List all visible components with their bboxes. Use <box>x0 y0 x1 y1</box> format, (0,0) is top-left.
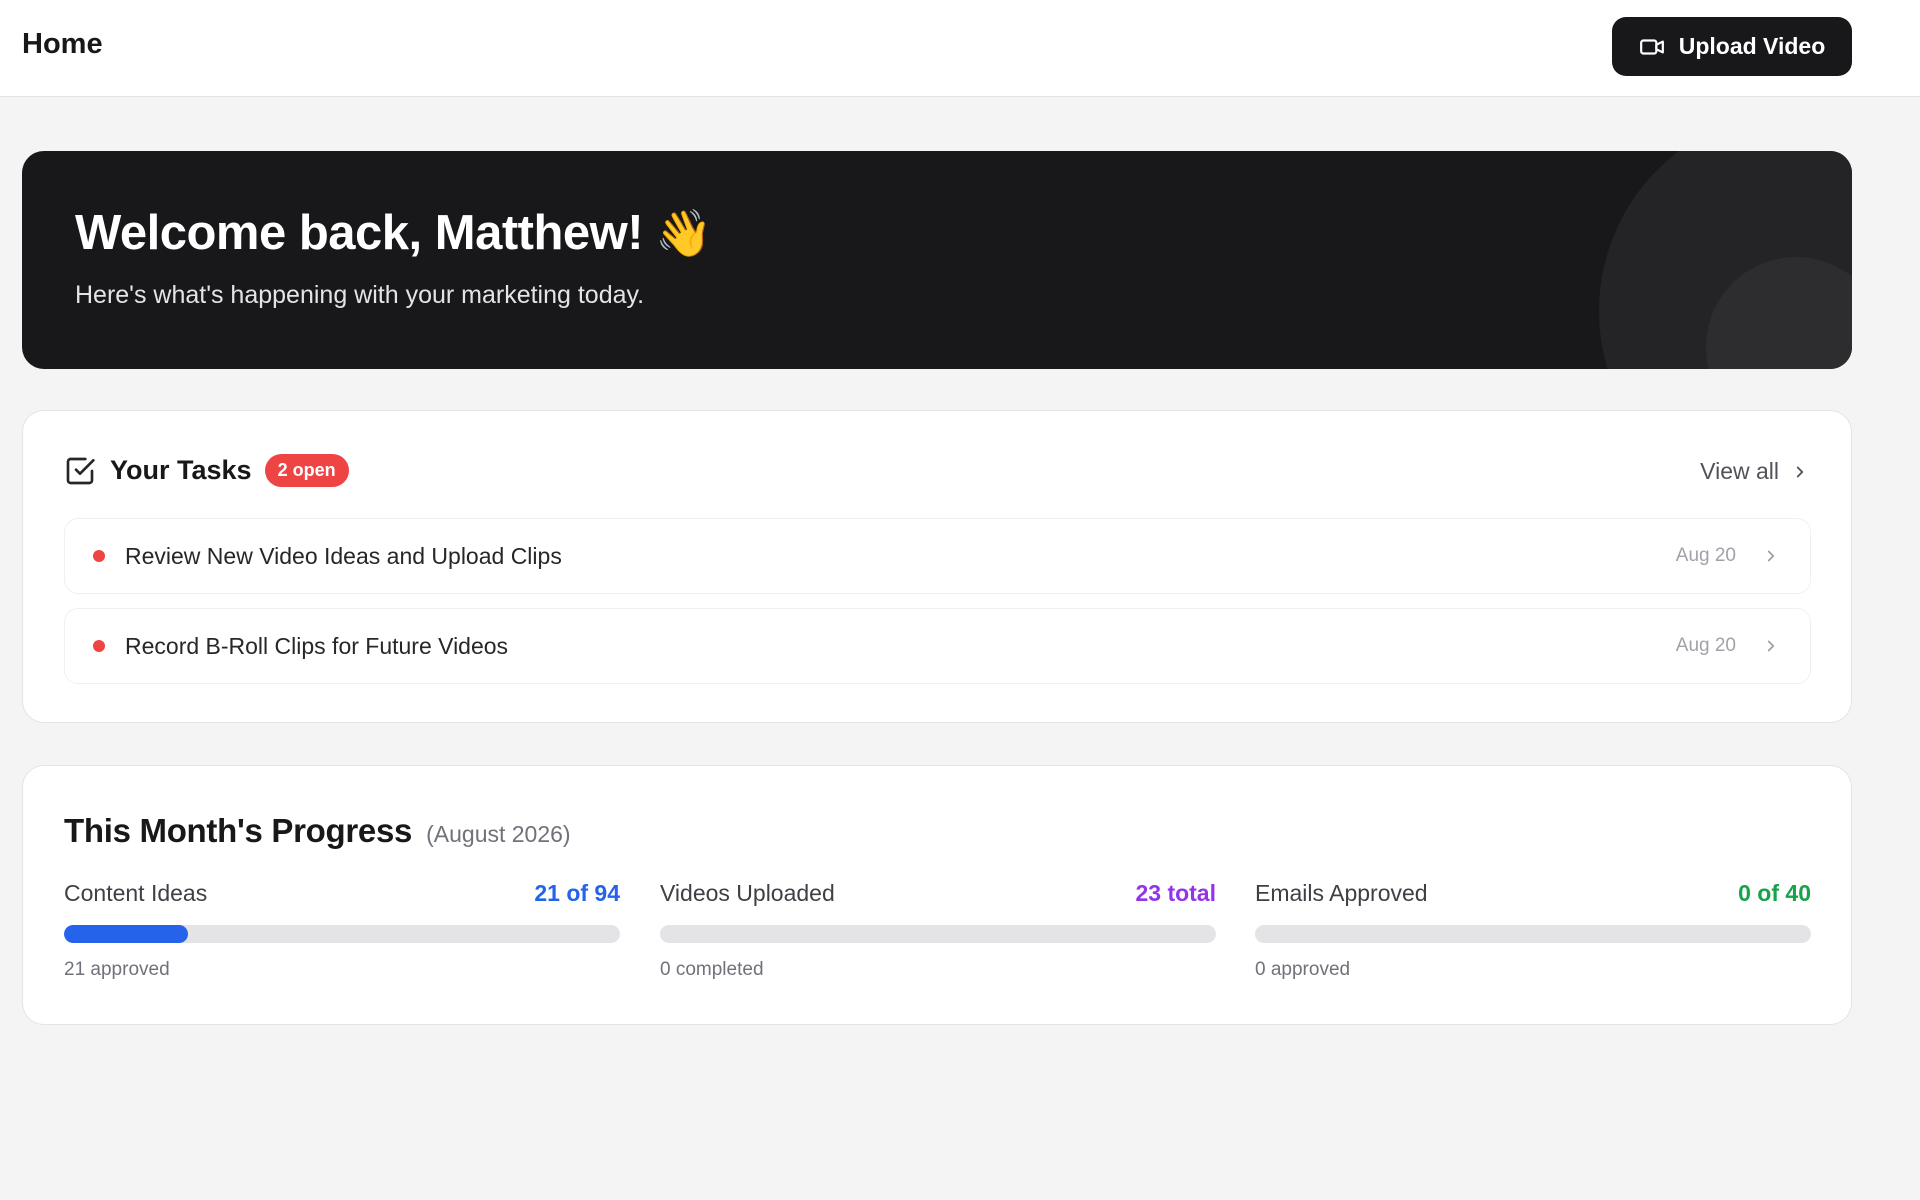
metric-label: Emails Approved <box>1255 880 1428 906</box>
metric-emails-approved: Emails Approved 0 of 40 0 approved <box>1255 880 1811 981</box>
page-title: Home <box>22 28 103 60</box>
progress-header: This Month's Progress (August 2026) <box>64 812 571 850</box>
priority-dot-icon <box>93 550 105 562</box>
monthly-progress-card: This Month's Progress (August 2026) Cont… <box>22 765 1852 1025</box>
progress-bar-track <box>660 925 1216 943</box>
priority-dot-icon <box>93 640 105 652</box>
upload-video-label: Upload Video <box>1678 33 1826 59</box>
metric-value: 23 total <box>1135 880 1216 906</box>
top-bar: Home Upload Video <box>0 0 1920 97</box>
chevron-right-icon <box>1767 550 1775 562</box>
tasks-header: Your Tasks 2 open <box>64 454 349 487</box>
chevron-right-icon <box>1796 466 1804 477</box>
task-due-date: Aug 20 <box>1675 545 1736 566</box>
view-all-tasks-link[interactable]: View all <box>1700 458 1809 485</box>
task-row[interactable]: Record B-Roll Clips for Future Videos Au… <box>64 608 1811 684</box>
task-due-date: Aug 20 <box>1675 635 1736 656</box>
view-all-label: View all <box>1700 458 1779 484</box>
metric-subtext: 21 approved <box>64 959 170 980</box>
chevron-right-icon <box>1767 640 1775 652</box>
task-title: Record B-Roll Clips for Future Videos <box>125 632 509 659</box>
welcome-banner: Welcome back, Matthew! 👋 Here's what's h… <box>22 151 1852 369</box>
task-row[interactable]: Review New Video Ideas and Upload Clips … <box>64 518 1811 594</box>
metric-label: Content Ideas <box>64 880 208 906</box>
task-title: Review New Video Ideas and Upload Clips <box>125 542 562 569</box>
progress-bar-track <box>64 925 620 943</box>
tasks-title: Your Tasks <box>110 455 252 485</box>
progress-title: This Month's Progress <box>64 812 413 849</box>
metric-subtext: 0 approved <box>1255 959 1351 980</box>
metric-subtext: 0 completed <box>660 959 764 980</box>
waving-hand-icon: 👋 <box>655 206 712 259</box>
metric-value: 21 of 94 <box>534 880 620 906</box>
metric-label: Videos Uploaded <box>660 880 835 906</box>
video-camera-icon <box>1639 38 1664 55</box>
metric-videos-uploaded: Videos Uploaded 23 total 0 completed <box>660 880 1216 981</box>
welcome-text: Welcome back, Matthew! <box>75 206 644 260</box>
upload-video-button[interactable]: Upload Video <box>1612 17 1852 76</box>
open-tasks-badge: 2 open <box>264 454 349 487</box>
metric-content-ideas: Content Ideas 21 of 94 21 approved <box>64 880 620 981</box>
tasks-card: Your Tasks 2 open View all Review New Vi… <box>22 410 1852 723</box>
progress-bar-fill <box>64 925 189 943</box>
progress-period: (August 2026) <box>426 821 571 847</box>
metric-value: 0 of 40 <box>1738 880 1811 906</box>
welcome-subtitle: Here's what's happening with your market… <box>75 281 645 309</box>
checkbox-icon <box>66 457 95 484</box>
welcome-heading: Welcome back, Matthew! 👋 <box>75 205 712 261</box>
progress-bar-track <box>1255 925 1811 943</box>
